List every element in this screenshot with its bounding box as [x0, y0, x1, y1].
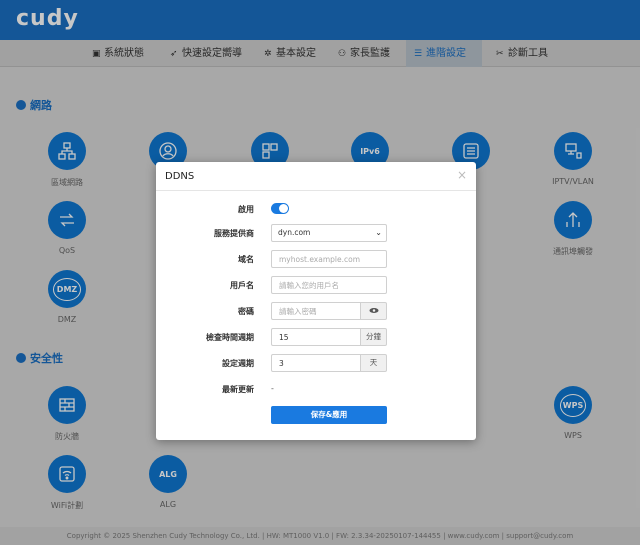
last-update-value: - [271, 384, 274, 393]
enable-toggle[interactable] [271, 203, 289, 214]
divider [156, 190, 476, 191]
chevron-down-icon: ⌄ [375, 228, 382, 237]
ddns-dialog: DDNS × 啟用 服務提供商 dyn.com ⌄ 域名 用戶名 密碼 檢查時間週… [156, 162, 476, 440]
username-label: 用戶名 [230, 281, 254, 290]
close-icon[interactable]: × [457, 168, 467, 182]
save-apply-button[interactable]: 保存&應用 [271, 406, 387, 424]
check-interval-input[interactable] [271, 328, 361, 346]
check-interval-label: 檢查時間週期 [206, 333, 254, 342]
toggle-knob [279, 204, 288, 213]
provider-label: 服務提供商 [214, 229, 254, 238]
force-interval-unit: 天 [361, 354, 387, 372]
password-input[interactable] [271, 302, 361, 320]
check-interval-unit: 分鐘 [361, 328, 387, 346]
enable-label: 啟用 [238, 205, 254, 214]
username-input[interactable] [271, 276, 387, 294]
password-label: 密碼 [238, 307, 254, 316]
provider-value: dyn.com [278, 228, 311, 237]
force-interval-label: 設定週期 [222, 359, 254, 368]
dialog-title: DDNS [165, 171, 195, 182]
eye-icon[interactable] [361, 302, 387, 320]
domain-label: 域名 [238, 255, 254, 264]
force-interval-input[interactable] [271, 354, 361, 372]
provider-select[interactable]: dyn.com ⌄ [271, 224, 387, 242]
domain-input[interactable] [271, 250, 387, 268]
last-update-label: 最新更新 [222, 385, 254, 394]
